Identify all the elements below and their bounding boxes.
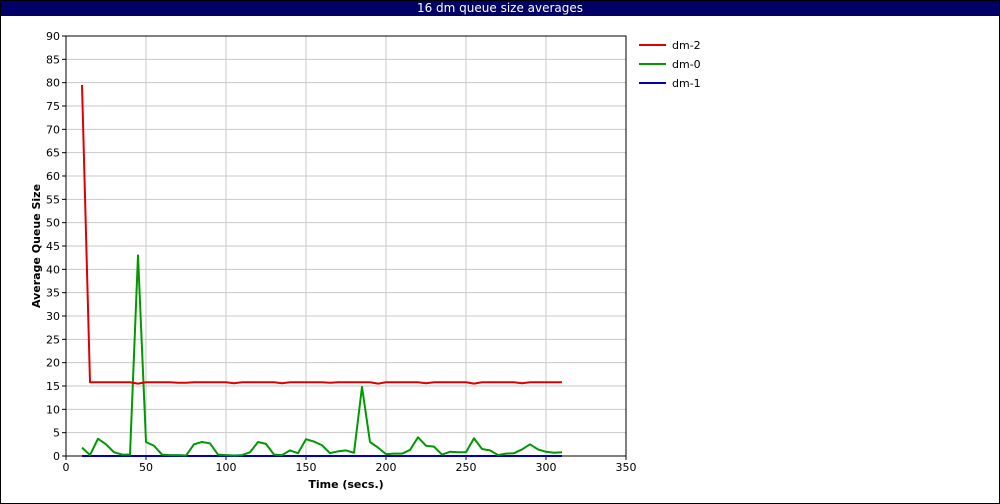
y-tick-label: 60 xyxy=(46,170,60,183)
x-axis-title: Time (secs.) xyxy=(308,478,383,491)
y-axis-title: Average Queue Size xyxy=(30,184,43,308)
x-tick-label: 100 xyxy=(216,461,237,474)
legend: dm-2 dm-0 dm-1 xyxy=(639,39,701,90)
y-tick-label: 80 xyxy=(46,77,60,90)
y-tick-label: 45 xyxy=(46,240,60,253)
y-tick-label: 10 xyxy=(46,403,60,416)
y-tick-label: 55 xyxy=(46,193,60,206)
x-tick-label: 250 xyxy=(456,461,477,474)
x-tick-label: 200 xyxy=(376,461,397,474)
x-tick-label: 0 xyxy=(63,461,70,474)
y-tick-label: 65 xyxy=(46,147,60,160)
y-tick-label: 30 xyxy=(46,310,60,323)
y-tick-label: 40 xyxy=(46,263,60,276)
chart-window: 16 dm queue size averages 0 5 10 15 20 25 30 35… xyxy=(0,0,1000,504)
x-tick-label: 350 xyxy=(616,461,637,474)
y-tick-label: 0 xyxy=(53,450,60,463)
y-tick-label: 35 xyxy=(46,287,60,300)
y-tick-label: 75 xyxy=(46,100,60,113)
x-tick-label: 300 xyxy=(536,461,557,474)
y-tick-label: 85 xyxy=(46,53,60,66)
legend-label-dm-1: dm-1 xyxy=(672,77,701,90)
y-tick-label: 15 xyxy=(46,380,60,393)
y-tick-label: 50 xyxy=(46,217,60,230)
y-tick-label: 20 xyxy=(46,357,60,370)
legend-label-dm-0: dm-0 xyxy=(672,58,701,71)
x-tick-label: 50 xyxy=(139,461,153,474)
y-tick-label: 90 xyxy=(46,30,60,43)
y-tick-label: 5 xyxy=(53,427,60,440)
y-tick-label: 25 xyxy=(46,333,60,346)
line-chart: 0 5 10 15 20 25 30 35 40 45 50 55 60 65 70 75 80 85 90 0 50 1… xyxy=(30,30,701,491)
x-tick-label: 150 xyxy=(296,461,317,474)
legend-label-dm-2: dm-2 xyxy=(672,39,701,52)
y-tick-label: 70 xyxy=(46,123,60,136)
